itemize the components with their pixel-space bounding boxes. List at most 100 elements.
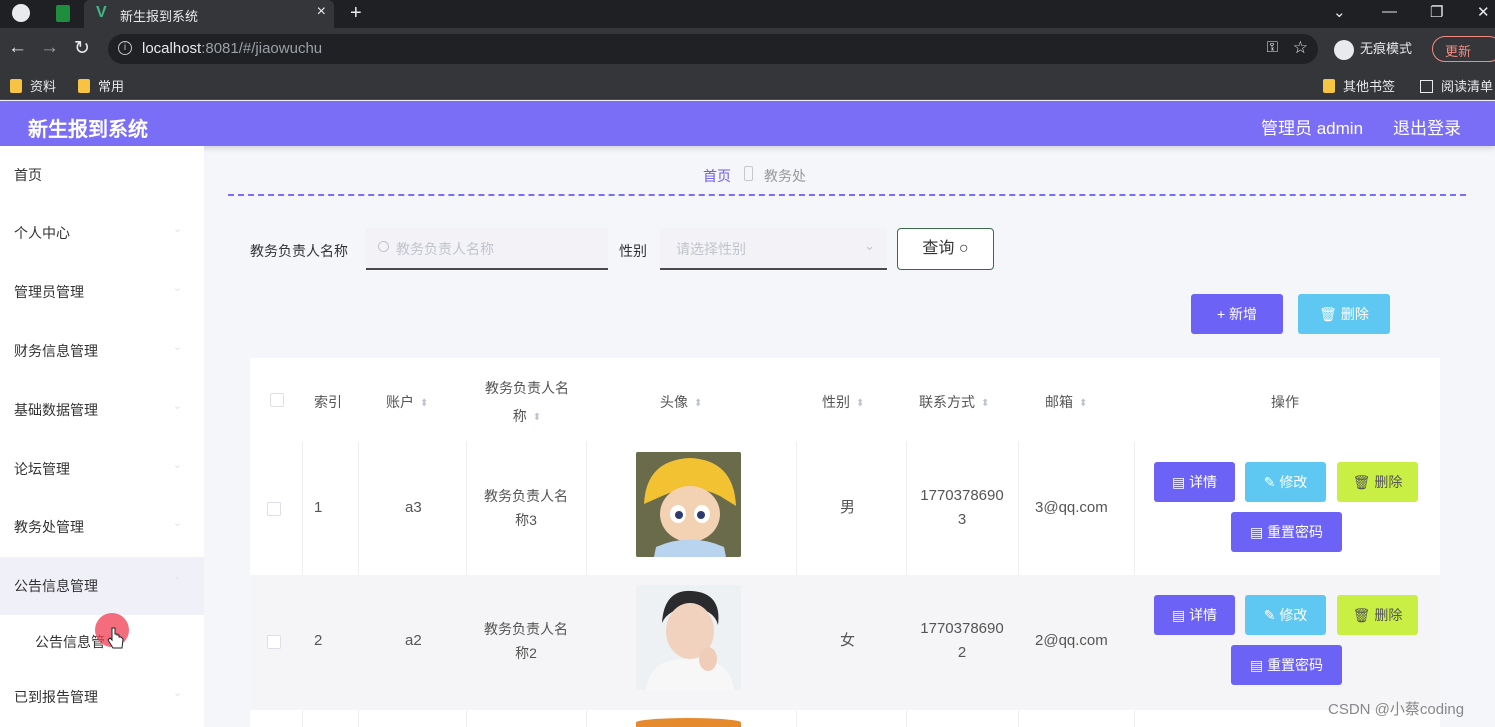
sort-icon: ⬍ [532, 412, 542, 423]
row-checkbox[interactable] [267, 635, 281, 649]
browser-tab-active[interactable]: V 新生报到系统 × [84, 0, 334, 28]
edit-button[interactable]: ✎ 修改 [1245, 595, 1326, 635]
update-button[interactable]: 更新 [1432, 36, 1495, 62]
sidebar-item-reported[interactable]: 已到报告管理 ⌄ [0, 668, 204, 726]
gender-filter-label: 性别 [619, 243, 647, 259]
cell-index: 1 [314, 499, 323, 516]
sidebar-item-label: 已到报告管理 [14, 689, 98, 705]
new-tab-icon[interactable]: + [350, 2, 362, 25]
header-name[interactable]: 教务负责人名称 ⬍ [482, 374, 572, 432]
cell-email: 3@qq.com [1035, 499, 1108, 516]
detail-button[interactable]: ▤ 详情 [1154, 595, 1235, 635]
key-icon[interactable]: ⚿ [1267, 39, 1278, 56]
bookmark-folder-other[interactable]: 其他书签 [1323, 76, 1395, 95]
url-path: :8081/#/jiaowuchu [201, 40, 323, 57]
sidebar-item-label: 论坛管理 [14, 461, 70, 477]
breadcrumb-current: 教务处 [764, 168, 806, 184]
data-table: 索引 账户 ⬍ 教务负责人名称 ⬍ 头像 ⬍ 性别 ⬍ 联系方式 ⬍ 邮箱 ⬍ 操作 1 a… [250, 358, 1440, 727]
edit-label: 修改 [1279, 474, 1308, 490]
header-avatar-label: 头像 [660, 394, 688, 410]
reload-icon[interactable]: ↻ [74, 37, 90, 60]
sidebar-item-admin[interactable]: 管理员管理 ⌄ [0, 263, 204, 321]
tab-search-icon[interactable]: ⌄ [1333, 3, 1346, 21]
bookmark-label: 其他书签 [1343, 79, 1396, 94]
header-email-label: 邮箱 [1045, 394, 1073, 410]
delete-button[interactable]: 🗑 删除 [1337, 595, 1418, 635]
sidebar-item-label: 首页 [14, 167, 42, 183]
batch-delete-button[interactable]: 🗑 删除 [1298, 294, 1390, 334]
bookmarks-bar: 资料 常用 其他书签 阅读清单 [0, 70, 1495, 100]
sidebar-item-notice[interactable]: 公告信息管理 ⌃ [0, 557, 204, 615]
chevron-down-icon: ⌄ [172, 282, 182, 294]
watermark-text: CSDN @小蔡coding [1328, 701, 1465, 718]
minimize-icon[interactable]: — [1382, 3, 1397, 20]
globe-icon[interactable] [12, 4, 30, 22]
avatar-photo-boy-image [636, 585, 741, 690]
close-window-icon[interactable]: ✕ [1477, 3, 1490, 21]
header-index: 索引 [314, 394, 342, 410]
forward-icon[interactable]: → [40, 37, 59, 59]
chevron-down-icon: ⌄ [172, 687, 182, 699]
tab-close-icon[interactable]: × [317, 3, 326, 21]
chevron-down-icon: ⌄ [172, 223, 182, 235]
sidebar-item-finance[interactable]: 财务信息管理 ⌄ [0, 322, 204, 380]
incognito-indicator[interactable]: 无痕模式 [1334, 38, 1412, 60]
sidebar-item-academic[interactable]: 教务处管理 ⌄ [0, 498, 204, 556]
header-gender[interactable]: 性别 ⬍ [822, 392, 864, 412]
cell-index: 2 [314, 632, 323, 649]
sidebar-item-home[interactable]: 首页 [0, 146, 204, 204]
reset-password-button[interactable]: ▤ 重置密码 [1231, 645, 1342, 685]
detail-button[interactable]: ▤ 详情 [1154, 462, 1235, 502]
cell-phone-line2: 2 [957, 644, 967, 661]
bookmark-folder-ziliao[interactable]: 资料 [10, 76, 56, 95]
query-button-label: 查询 [922, 240, 955, 257]
bookmark-folder-changyong[interactable]: 常用 [78, 76, 124, 95]
star-icon[interactable]: ☆ [1293, 38, 1308, 58]
info-icon[interactable]: i [118, 41, 132, 55]
add-button[interactable]: + 新增 [1191, 294, 1283, 334]
back-icon[interactable]: ← [8, 37, 27, 59]
delete-label: 删除 [1374, 607, 1403, 623]
url-host: localhost [142, 40, 202, 57]
header-email[interactable]: 邮箱 ⬍ [1045, 392, 1087, 412]
sort-icon: ⬍ [856, 398, 865, 409]
chevron-down-icon: ⌄ [864, 238, 875, 253]
header-account[interactable]: 账户 ⬍ [386, 392, 428, 412]
url-field[interactable]: i localhost:8081/#/jiaowuchu ⚿ ☆ [108, 34, 1318, 64]
sidebar-item-basedata[interactable]: 基础数据管理 ⌄ [0, 381, 204, 439]
reset-password-button[interactable]: ▤ 重置密码 [1231, 512, 1342, 552]
avatar [636, 452, 741, 557]
logout-link[interactable]: 退出登录 [1393, 114, 1461, 139]
sort-icon: ⬍ [981, 398, 990, 409]
cell-name: 教务负责人名 称3 [476, 484, 576, 532]
header-name-line2: 称 [512, 408, 527, 424]
trash-icon: 🗑 [1352, 607, 1371, 623]
header-ops: 操作 [1271, 394, 1299, 410]
sidebar-item-label: 教务处管理 [14, 519, 84, 535]
edit-label: 修改 [1279, 607, 1308, 623]
restore-icon[interactable]: ❐ [1430, 3, 1443, 21]
url-text: localhost:8081/#/jiaowuchu [142, 40, 322, 57]
query-button[interactable]: 查询 ○ [897, 228, 994, 270]
breadcrumb-home[interactable]: 首页 [703, 166, 731, 186]
header-avatar[interactable]: 头像 ⬍ [660, 392, 702, 412]
cell-phone-line1: 1770378690 [920, 487, 1004, 504]
header-name-line1: 教务负责人名 [485, 380, 569, 396]
sidebar-item-profile[interactable]: 个人中心 ⌄ [0, 204, 204, 262]
sidebar-item-forum[interactable]: 论坛管理 ⌄ [0, 440, 204, 498]
breadcrumb: 首页 教务处 [228, 160, 1466, 196]
gender-select[interactable]: 请选择性别 ⌄ [660, 228, 887, 270]
cell-name-line1: 教务负责人名 [484, 488, 568, 504]
name-search-input[interactable]: 教务负责人名称 [366, 228, 608, 270]
select-all-checkbox[interactable] [270, 393, 284, 407]
delete-button[interactable]: 🗑 删除 [1337, 462, 1418, 502]
header-contact[interactable]: 联系方式 ⬍ [919, 392, 989, 412]
row-checkbox[interactable] [267, 502, 281, 516]
cell-phone-line2: 3 [957, 511, 967, 528]
detail-label: 详情 [1189, 607, 1218, 623]
reading-list[interactable]: 阅读清单 [1420, 76, 1493, 95]
edit-button[interactable]: ✎ 修改 [1245, 462, 1326, 502]
chevron-down-icon: ⌄ [172, 400, 182, 412]
cell-account: a2 [405, 632, 422, 649]
sheets-tab-icon[interactable] [56, 5, 70, 22]
